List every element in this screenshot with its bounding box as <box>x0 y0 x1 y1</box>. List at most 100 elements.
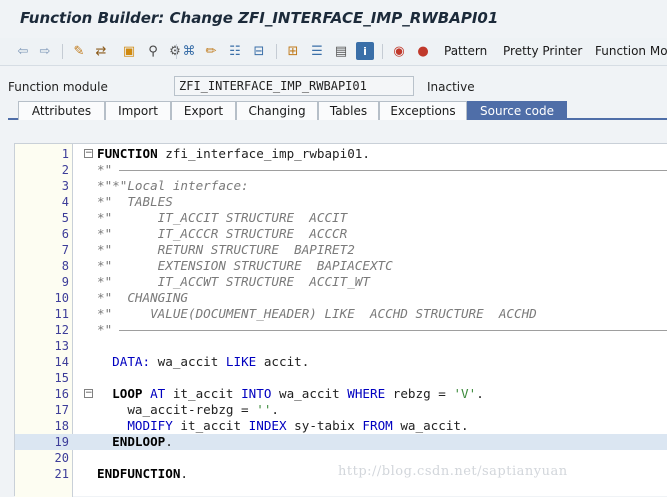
other-object-icon[interactable]: ▣ <box>120 42 138 60</box>
screen-icon[interactable]: ▤ <box>332 42 350 60</box>
function-module-field[interactable]: ZFI_INTERFACE_IMP_RWBAPI01 <box>174 76 414 96</box>
line-number: 7 <box>61 243 69 257</box>
hierarchy-icon[interactable]: ⊞ <box>284 42 302 60</box>
check-icon[interactable]: ⚲ <box>144 42 162 60</box>
line-number: 21 <box>54 467 69 481</box>
toolbar-separator <box>276 44 277 59</box>
code-token: accit. <box>256 354 310 369</box>
line-number: 12 <box>54 323 69 337</box>
line-number: 10 <box>54 291 69 305</box>
code-token: it_accit <box>165 386 242 401</box>
code-line[interactable]: 10 *" CHANGING <box>15 290 667 306</box>
line-number: 16 <box>54 387 69 401</box>
code-text: ENDFUNCTION. <box>97 466 188 482</box>
collapse-icon[interactable]: − <box>84 149 93 158</box>
code-line[interactable]: 13 <box>15 338 667 354</box>
tab-source-code[interactable]: Source code <box>467 101 567 120</box>
code-text: wa_accit-rebzg = ''. <box>97 402 279 418</box>
toolbar-separator <box>176 44 177 59</box>
code-token: LOOP <box>97 386 143 401</box>
code-text: DATA: wa_accit LIKE accit. <box>97 354 309 370</box>
line-number: 17 <box>54 403 69 417</box>
code-token: 'V' <box>453 386 477 401</box>
code-line[interactable]: 14 DATA: wa_accit LIKE accit. <box>15 354 667 370</box>
line-number: 18 <box>54 419 69 433</box>
object-list-icon[interactable]: ☷ <box>226 42 244 60</box>
line-number: 9 <box>61 275 69 289</box>
where-used-icon[interactable]: ⌘ <box>180 42 198 60</box>
code-text: *" IT_ACCIT STRUCTURE ACCIT <box>97 210 347 226</box>
pattern-button[interactable]: Pattern <box>444 44 487 58</box>
code-text: *"*"Local interface: <box>97 178 249 194</box>
tab-import[interactable]: Import <box>105 101 171 120</box>
code-line[interactable]: 12 *" <box>15 322 667 338</box>
code-text: *" <box>97 322 112 338</box>
code-token: *" IT_ACCWT STRUCTURE ACCIT_WT <box>97 274 370 289</box>
line-number: 3 <box>61 179 69 193</box>
code-token: ENDLOOP <box>97 434 166 449</box>
code-line[interactable]: 3 *"*"Local interface: <box>15 178 667 194</box>
back-icon[interactable]: ⇦ <box>14 42 32 60</box>
code-token: ENDFUNCTION <box>97 466 181 481</box>
pretty-printer-button[interactable]: Pretty Printer <box>503 44 582 58</box>
tab-export[interactable]: Export <box>171 101 236 120</box>
code-token: . <box>165 434 173 449</box>
tab-changing[interactable]: Changing <box>236 101 318 120</box>
code-text: *" EXTENSION STRUCTURE BAPIACEXTC <box>97 258 393 274</box>
line-number: 4 <box>61 195 69 209</box>
align-icon[interactable]: ☰ <box>308 42 326 60</box>
code-line[interactable]: 9 *" IT_ACCWT STRUCTURE ACCIT_WT <box>15 274 667 290</box>
code-token: INDEX <box>248 418 287 433</box>
active-inactive-icon[interactable]: ⇄ <box>92 42 110 60</box>
debug-icon[interactable]: ◉ <box>390 42 408 60</box>
code-token: *" RETURN STRUCTURE BAPIRET2 <box>97 242 355 257</box>
line-number: 5 <box>61 211 69 225</box>
code-token: AT <box>150 386 166 401</box>
tab-exceptions[interactable]: Exceptions <box>379 101 467 120</box>
code-line[interactable]: 6 *" IT_ACCCR STRUCTURE ACCCR <box>15 226 667 242</box>
application-toolbar: ⇦ ⇨ ✎ ⇄ ▣ ⚲ ⚙ ⌘ ✏ ☷ ⊟ ⊞ ☰ ▤ i ◉ ● Patter… <box>0 38 667 66</box>
code-text: *" IT_ACCWT STRUCTURE ACCIT_WT <box>97 274 370 290</box>
code-token: *" IT_ACCCR STRUCTURE ACCCR <box>97 226 348 241</box>
code-line[interactable]: 1 − FUNCTION zfi_interface_imp_rwbapi01. <box>15 146 667 162</box>
code-line[interactable]: 2 *" <box>15 162 667 178</box>
info-icon[interactable]: i <box>356 42 374 60</box>
code-text: *" TABLES <box>97 194 173 210</box>
navigation-window-icon[interactable]: ⊟ <box>250 42 268 60</box>
code-line[interactable]: 11 *" VALUE(DOCUMENT_HEADER) LIKE ACCHD S… <box>15 306 667 322</box>
edit-object-icon[interactable]: ✏ <box>202 42 220 60</box>
code-token: FROM <box>362 418 393 433</box>
code-line[interactable]: 18 MODIFY it_accit INDEX sy-tabix FROM w… <box>15 418 667 434</box>
tab-tables[interactable]: Tables <box>318 101 379 120</box>
code-text: *" RETURN STRUCTURE BAPIRET2 <box>97 242 355 258</box>
line-number: 13 <box>54 339 69 353</box>
tab-attributes[interactable]: Attributes <box>18 101 105 120</box>
code-editor[interactable]: 1− FUNCTION zfi_interface_imp_rwbapi01. 2 *… <box>14 143 667 497</box>
watermark: http://blog.csdn.net/saptianyuan <box>338 464 568 479</box>
code-text: ENDLOOP. <box>97 434 173 450</box>
line-number: 11 <box>54 307 69 321</box>
code-line[interactable]: 4 *" TABLES <box>15 194 667 210</box>
code-token: *" <box>97 322 113 337</box>
function-module-button[interactable]: Function Mod <box>595 44 667 58</box>
collapse-icon[interactable]: − <box>84 389 93 398</box>
code-line[interactable]: 16 − LOOP AT it_accit INTO wa_accit WHERE… <box>15 386 667 402</box>
display-change-icon[interactable]: ✎ <box>70 42 88 60</box>
code-token: MODIFY <box>97 418 173 433</box>
code-token: wa_accit <box>150 354 226 369</box>
code-line[interactable]: 7 *" RETURN STRUCTURE BAPIRET2 <box>15 242 667 258</box>
code-line[interactable]: 15 <box>15 370 667 386</box>
tab-strip: Attributes Import Export Changing Tables… <box>8 101 667 120</box>
code-token: wa_accit <box>271 386 348 401</box>
code-line[interactable]: 8 *" EXTENSION STRUCTURE BAPIACEXTC <box>15 258 667 274</box>
stop-icon[interactable]: ● <box>414 42 432 60</box>
code-token: INTO <box>241 386 272 401</box>
function-module-label: Function module <box>8 80 108 94</box>
code-token: wa_accit. <box>392 418 469 433</box>
forward-icon[interactable]: ⇨ <box>36 42 54 60</box>
code-line[interactable]: 5 *" IT_ACCIT STRUCTURE ACCIT <box>15 210 667 226</box>
code-line[interactable]: 19 ENDLOOP. <box>15 434 667 450</box>
code-line[interactable]: 17 wa_accit-rebzg = ''. <box>15 402 667 418</box>
code-token: *" <box>97 162 113 177</box>
